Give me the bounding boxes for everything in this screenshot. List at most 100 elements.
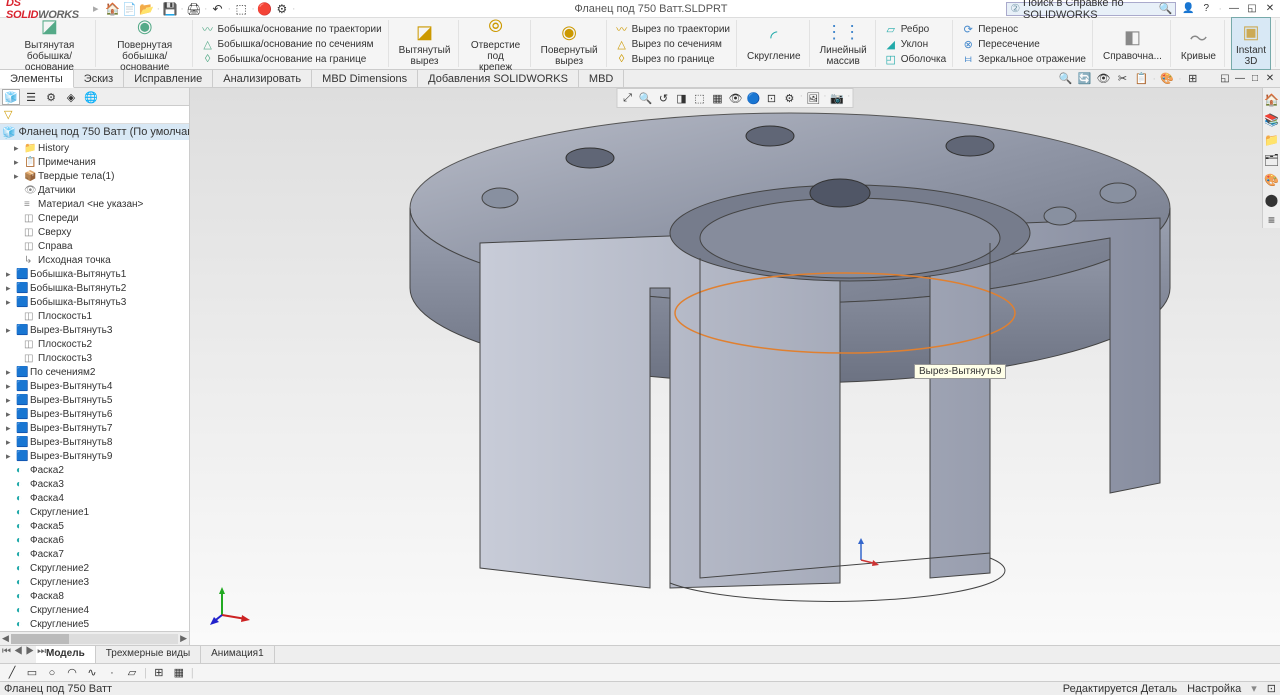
grid2-icon[interactable]: ▦ bbox=[171, 665, 187, 681]
lofted-cut-button[interactable]: △Вырез по сечениям bbox=[613, 37, 724, 51]
fillet-button[interactable]: ◜Скругление bbox=[743, 24, 805, 64]
feature-panel-scrollbar[interactable]: ◀ ▶ bbox=[0, 631, 189, 645]
tree-item[interactable]: ▸📁History bbox=[0, 141, 189, 155]
close-button[interactable]: ✕ bbox=[1264, 3, 1276, 15]
tree-item[interactable]: ▸📋Примечания bbox=[0, 155, 189, 169]
feature-tree-tab-icon[interactable]: 🧊 bbox=[2, 89, 20, 105]
draft-button[interactable]: ◢Уклон bbox=[882, 37, 930, 51]
tree-item[interactable]: ▸🟦Вырез-Вытянуть3 bbox=[0, 323, 189, 337]
extruded-cut-button[interactable]: ◪Вытянутый вырез bbox=[395, 18, 455, 69]
tab-mbd[interactable]: MBD bbox=[579, 70, 624, 87]
tree-item[interactable]: ▸🟦Вырез-Вытянуть4 bbox=[0, 379, 189, 393]
curves-button[interactable]: 〜Кривые bbox=[1177, 24, 1220, 64]
tree-item[interactable]: ▸🟦По сечениям2 bbox=[0, 365, 189, 379]
heads-up-settings-icon[interactable]: ⊞ bbox=[1185, 71, 1201, 87]
undo-icon[interactable]: ↶ bbox=[211, 2, 225, 16]
heads-up-rotate-icon[interactable]: 🔄 bbox=[1076, 71, 1092, 87]
3d-views-tab[interactable]: Трехмерные виды bbox=[96, 646, 201, 663]
tree-item[interactable]: ◐Фаска7 bbox=[0, 547, 189, 561]
tree-item[interactable]: ◐Скругление3 bbox=[0, 575, 189, 589]
tree-item[interactable]: ◐Скругление2 bbox=[0, 561, 189, 575]
child-close-icon[interactable]: ✕ bbox=[1264, 73, 1276, 85]
tree-item[interactable]: ◫Плоскость1 bbox=[0, 309, 189, 323]
child-restore-icon[interactable]: ◱ bbox=[1219, 73, 1231, 85]
select-icon[interactable]: ⬚ bbox=[234, 2, 248, 16]
options-icon[interactable]: ⚙ bbox=[275, 2, 289, 16]
tree-item[interactable]: ◐Фаска4 bbox=[0, 491, 189, 505]
taskpane-resources-icon[interactable]: 📚 bbox=[1264, 112, 1280, 128]
help-search[interactable]: ② Поиск в Справке по SOLIDWORKS 🔍 bbox=[1006, 2, 1176, 16]
tree-item[interactable]: ↳Исходная точка bbox=[0, 253, 189, 267]
intersect-button[interactable]: ⊗Пересечение bbox=[959, 37, 1042, 51]
heads-up-display-icon[interactable]: 👁 bbox=[1095, 71, 1111, 87]
rib-button[interactable]: ▱Ребро bbox=[882, 22, 932, 36]
line-tool-icon[interactable]: ╱ bbox=[4, 665, 20, 681]
tree-item[interactable]: 👁Датчики bbox=[0, 183, 189, 197]
swept-boss-button[interactable]: 〰Бобышка/основание по траектории bbox=[199, 22, 384, 36]
extruded-boss-button[interactable]: ◪Вытянутая бобышка/основание bbox=[8, 13, 91, 75]
instant-3d-button[interactable]: ▣Instant 3D bbox=[1231, 17, 1271, 70]
swept-cut-button[interactable]: 〰Вырез по траектории bbox=[613, 22, 732, 36]
tree-item[interactable]: ◐Скругление1 bbox=[0, 505, 189, 519]
tab-solidworks-addins[interactable]: Добавления SOLIDWORKS bbox=[418, 70, 579, 87]
boundary-cut-button[interactable]: ◊Вырез по границе bbox=[613, 52, 717, 66]
dimxpert-tab-icon[interactable]: ◈ bbox=[62, 89, 80, 105]
property-manager-tab-icon[interactable]: ☰ bbox=[22, 89, 40, 105]
tree-item[interactable]: ◐Фаска5 bbox=[0, 519, 189, 533]
heads-up-view-icon[interactable]: 📋 bbox=[1133, 71, 1149, 87]
animation-tab[interactable]: Анимация1 bbox=[201, 646, 275, 663]
tab-features[interactable]: Элементы bbox=[0, 70, 74, 88]
lofted-boss-button[interactable]: △Бобышка/основание по сечениям bbox=[199, 37, 376, 51]
taskpane-custom-icon[interactable]: ≡ bbox=[1264, 212, 1280, 228]
taskpane-file-explorer-icon[interactable]: 🗂 bbox=[1264, 152, 1280, 168]
tree-item[interactable]: ◫Спереди bbox=[0, 211, 189, 225]
rebuild-icon[interactable]: 🔴 bbox=[258, 2, 272, 16]
corner-rect-icon[interactable]: ▭ bbox=[24, 665, 40, 681]
revolved-boss-button[interactable]: ◉Повернутая бобышка/основание bbox=[102, 13, 188, 75]
tree-item[interactable]: ▸🟦Бобышка-Вытянуть2 bbox=[0, 281, 189, 295]
linear-pattern-button[interactable]: ⋮⋮Линейный массив bbox=[816, 18, 871, 69]
tree-item[interactable]: ▸🟦Вырез-Вытянуть8 bbox=[0, 435, 189, 449]
taskpane-design-library-icon[interactable]: 📁 bbox=[1264, 132, 1280, 148]
minimize-button[interactable]: — bbox=[1228, 3, 1240, 15]
configuration-tab-icon[interactable]: ⚙ bbox=[42, 89, 60, 105]
print-icon[interactable]: 🖨 bbox=[187, 2, 201, 16]
feature-tree[interactable]: ▸📁History▸📋Примечания▸📦Твердые тела(1)👁Д… bbox=[0, 140, 189, 631]
tab-repair[interactable]: Исправление bbox=[124, 70, 213, 87]
tree-item[interactable]: ◐Скругление5 bbox=[0, 617, 189, 631]
heads-up-appearance-icon[interactable]: 🎨 bbox=[1159, 71, 1175, 87]
tree-item[interactable]: ◫Плоскость2 bbox=[0, 337, 189, 351]
tree-item[interactable]: ◐Фаска3 bbox=[0, 477, 189, 491]
mirror-button[interactable]: ⧦Зеркальное отражение bbox=[959, 52, 1088, 66]
display-manager-tab-icon[interactable]: 🌐 bbox=[82, 89, 100, 105]
heads-up-zoom-icon[interactable]: 🔍 bbox=[1057, 71, 1073, 87]
user-icon[interactable]: 👤 bbox=[1182, 3, 1194, 15]
tree-item[interactable]: ◐Фаска8 bbox=[0, 589, 189, 603]
hole-wizard-button[interactable]: ⦾Отверстие под крепеж bbox=[465, 13, 525, 75]
tree-item[interactable]: ◐Фаска2 bbox=[0, 463, 189, 477]
revolved-cut-button[interactable]: ◉Повернутый вырез bbox=[537, 18, 602, 69]
status-custom[interactable]: Настройка bbox=[1187, 683, 1241, 695]
tree-item[interactable]: ◐Скругление4 bbox=[0, 603, 189, 617]
tree-item[interactable]: ▸📦Твердые тела(1) bbox=[0, 169, 189, 183]
status-extra-icon[interactable]: ⊡ bbox=[1267, 682, 1276, 695]
child-maximize-icon[interactable]: □ bbox=[1249, 73, 1261, 85]
arc-tool-icon[interactable]: ◠ bbox=[64, 665, 80, 681]
shell-button[interactable]: ◰Оболочка bbox=[882, 52, 949, 66]
feature-tree-root[interactable]: 🧊 Фланец под 750 Ватт (По умолчанию<<По … bbox=[0, 124, 189, 140]
spline-tool-icon[interactable]: ∿ bbox=[84, 665, 100, 681]
point-tool-icon[interactable]: · bbox=[104, 665, 120, 681]
3d-viewport[interactable]: ⤢ 🔍 ↺ ◨ ⬚ ▦ 👁 🔵 ⊡ ⚙ · 🖼 · 📷 · bbox=[190, 88, 1280, 645]
tree-item[interactable]: ▸🟦Вырез-Вытянуть6 bbox=[0, 407, 189, 421]
child-minimize-icon[interactable]: — bbox=[1234, 73, 1246, 85]
help-icon[interactable]: ? bbox=[1200, 3, 1212, 15]
tree-item[interactable]: ▸🟦Вырез-Вытянуть9 bbox=[0, 449, 189, 463]
maximize-button[interactable]: ◱ bbox=[1246, 3, 1258, 15]
search-icon[interactable]: 🔍 bbox=[1159, 2, 1173, 15]
tree-item[interactable]: ◫Плоскость3 bbox=[0, 351, 189, 365]
taskpane-appearances-icon[interactable]: ⬤ bbox=[1264, 192, 1280, 208]
tree-item[interactable]: ≡Материал <не указан> bbox=[0, 197, 189, 211]
taskpane-view-palette-icon[interactable]: 🎨 bbox=[1264, 172, 1280, 188]
wrap-button[interactable]: ⟳Перенос bbox=[959, 22, 1020, 36]
tab-mbd-dimensions[interactable]: MBD Dimensions bbox=[312, 70, 418, 87]
